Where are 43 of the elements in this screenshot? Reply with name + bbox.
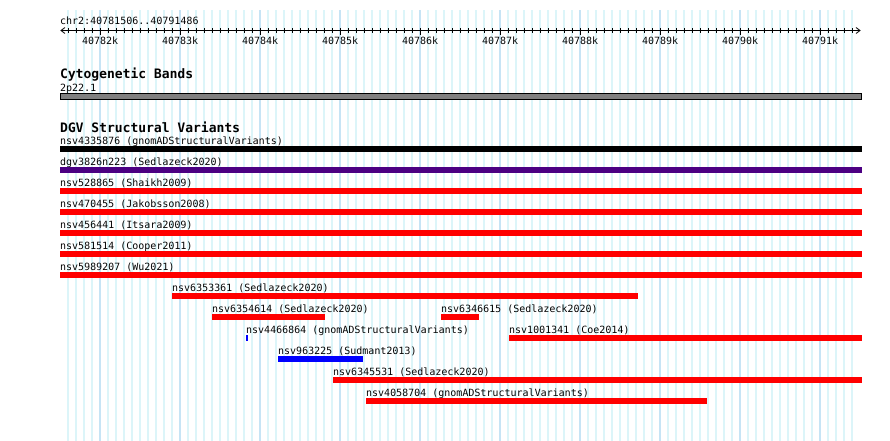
tick-label: 40791k: [802, 36, 838, 47]
variant-bar[interactable]: [333, 377, 862, 383]
variant-bar[interactable]: [60, 230, 862, 236]
feature-label[interactable]: nsv528865 (Shaikh2009): [60, 178, 192, 189]
variant-bar[interactable]: [172, 293, 638, 299]
tick-label: 40785k: [322, 36, 358, 47]
variant-bar[interactable]: [212, 314, 325, 320]
variant-bar[interactable]: [509, 335, 862, 341]
feature-label[interactable]: nsv5989207 (Wu2021): [60, 262, 174, 273]
tick-label: 40784k: [242, 36, 278, 47]
feature-label[interactable]: nsv470455 (Jakobsson2008): [60, 199, 211, 210]
tick-label: 40789k: [642, 36, 678, 47]
band-label: 2p22.1: [60, 83, 96, 94]
tick-label: 40790k: [722, 36, 758, 47]
feature-label[interactable]: nsv963225 (Sudmant2013): [278, 346, 416, 357]
feature-label[interactable]: nsv6354614 (Sedlazeck2020): [212, 304, 369, 315]
tick-label: 40786k: [402, 36, 438, 47]
variant-bar[interactable]: [60, 167, 862, 173]
tick-label: 40787k: [482, 36, 518, 47]
locus-title: chr2:40781506..40791486: [60, 16, 198, 27]
feature-label[interactable]: nsv4058704 (gnomADStructuralVariants): [366, 388, 589, 399]
feature-label[interactable]: nsv456441 (Itsara2009): [60, 220, 192, 231]
feature-label[interactable]: dgv3826n223 (Sedlazeck2020): [60, 157, 223, 168]
variant-bar[interactable]: [60, 251, 862, 257]
variant-bar[interactable]: [366, 398, 707, 404]
tick-label: 40782k: [82, 36, 118, 47]
variant-bar[interactable]: [60, 146, 862, 152]
variant-bar[interactable]: [60, 272, 862, 278]
feature-label[interactable]: nsv4466864 (gnomADStructuralVariants): [246, 325, 469, 336]
feature-label[interactable]: nsv4335876 (gnomADStructuralVariants): [60, 136, 283, 147]
variant-bar[interactable]: [278, 356, 363, 362]
variant-bar[interactable]: [60, 188, 862, 194]
variant-bar[interactable]: [441, 314, 479, 320]
track-title: Cytogenetic Bands: [60, 67, 194, 82]
feature-label[interactable]: nsv6346615 (Sedlazeck2020): [441, 304, 598, 315]
feature-label[interactable]: nsv6345531 (Sedlazeck2020): [333, 367, 490, 378]
tick-label: 40783k: [162, 36, 198, 47]
tick-label: 40788k: [562, 36, 598, 47]
feature-label[interactable]: nsv6353361 (Sedlazeck2020): [172, 283, 329, 294]
feature-label[interactable]: nsv1001341 (Coe2014): [509, 325, 630, 336]
variant-bar[interactable]: [60, 209, 862, 215]
feature-label[interactable]: nsv581514 (Cooper2011): [60, 241, 192, 252]
track-title: DGV Structural Variants: [60, 121, 240, 136]
